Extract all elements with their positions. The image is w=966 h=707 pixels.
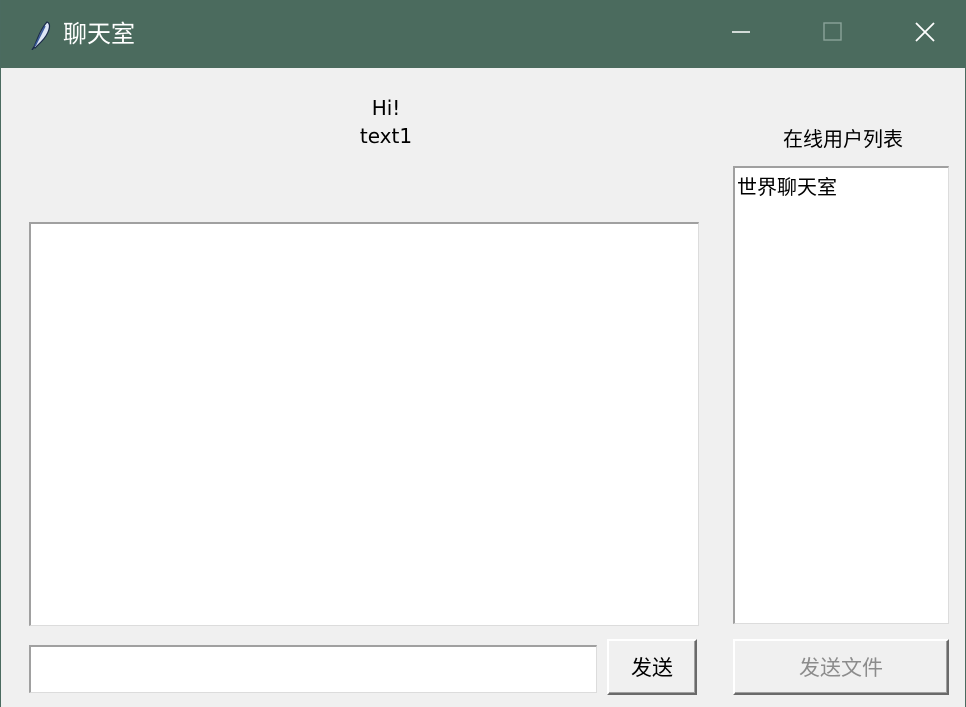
send-file-button[interactable]: 发送文件 (733, 639, 949, 695)
close-icon (913, 20, 937, 48)
maximize-icon (822, 21, 844, 47)
feather-icon (27, 20, 55, 51)
send-button[interactable]: 发送 (607, 639, 697, 695)
maximize-button[interactable] (787, 0, 879, 68)
online-users-label: 在线用户列表 (783, 127, 903, 151)
greeting-label: Hi! text1 (281, 94, 491, 150)
online-user-list[interactable]: 世界聊天室 (733, 166, 949, 624)
greeting-line-1: Hi! (371, 96, 401, 120)
chat-window: 聊天室 Hi! text1 在线用户列表 世界聊天室 发送 发送文件 (0, 0, 966, 707)
message-input[interactable] (29, 645, 597, 693)
minimize-icon (730, 21, 752, 47)
minimize-button[interactable] (695, 0, 787, 68)
title-bar[interactable]: 聊天室 (1, 0, 966, 68)
chat-message-area[interactable] (29, 222, 699, 626)
user-list-item[interactable]: 世界聊天室 (737, 172, 948, 202)
window-title: 聊天室 (63, 20, 135, 48)
greeting-line-2: text1 (359, 124, 413, 148)
close-button[interactable] (879, 0, 966, 68)
